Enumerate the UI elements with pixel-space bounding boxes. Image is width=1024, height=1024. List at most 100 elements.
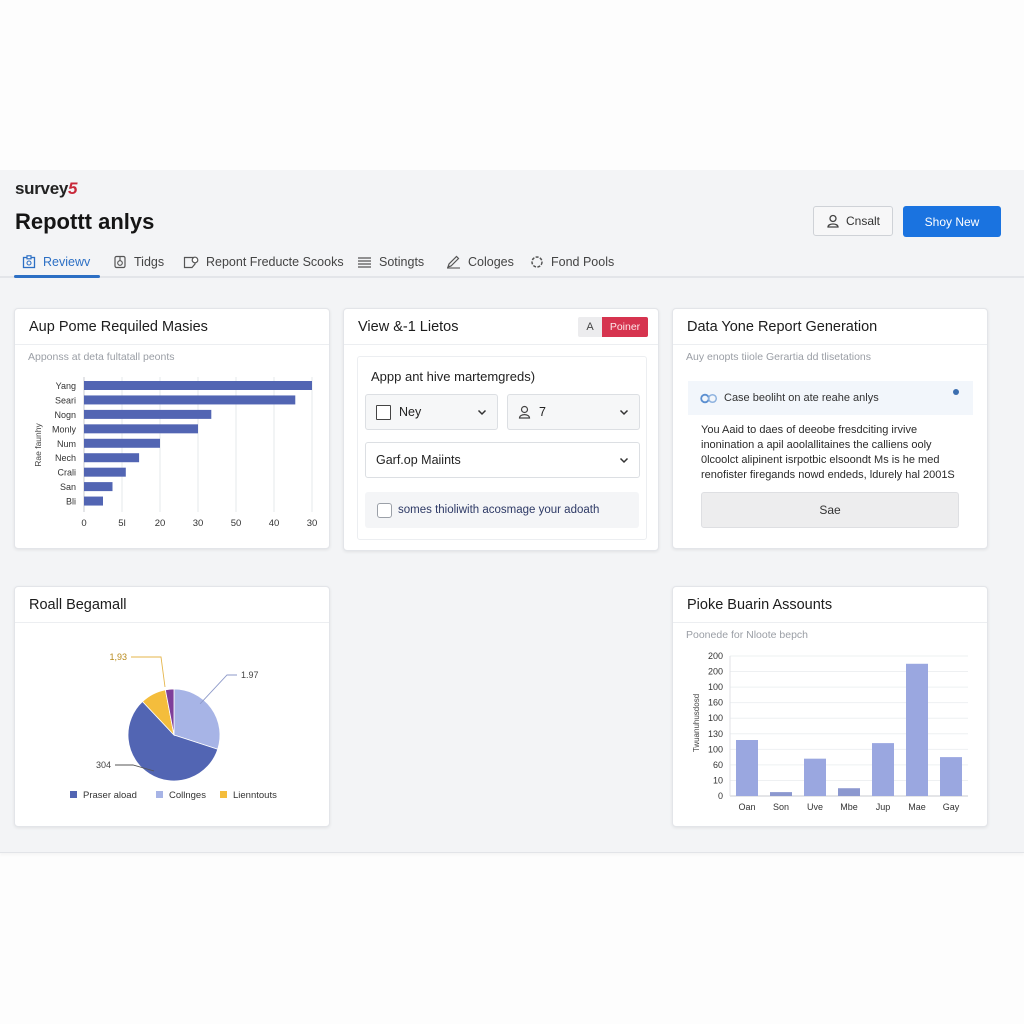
- badge-group: A Poiner: [578, 317, 648, 337]
- list-icon: [358, 256, 371, 268]
- y-category-label: Nech: [55, 453, 76, 463]
- pie-chart: 1.97 304 1,93 Praser aload Collnges Lienntout…: [70, 652, 277, 801]
- square-icon: [376, 404, 391, 420]
- page-title: Repottt anlys: [15, 209, 155, 234]
- tab-review[interactable]: Reviewv: [22, 248, 90, 276]
- y-category-label: Seari: [55, 395, 76, 405]
- y-category-label: Crali: [57, 468, 76, 478]
- user-icon: [518, 405, 531, 419]
- gear-icon: [531, 256, 543, 268]
- x-tick-label: 20: [155, 518, 166, 529]
- bar: [84, 409, 212, 419]
- card-title: Pioke Buarin Assounts: [673, 587, 987, 623]
- leader-line: [199, 674, 237, 705]
- type-select-value: Ney: [399, 405, 422, 419]
- see-button[interactable]: Sae: [701, 492, 959, 528]
- data-label: 1,93: [109, 652, 127, 662]
- y-category-label: Num: [57, 439, 76, 449]
- report-description: You Aaid to daes of deeobe fresdciting i…: [701, 424, 955, 481]
- agreement-label: somes thioliwith acosmage your adoath: [398, 504, 600, 516]
- consult-button-label: Cnsalt: [845, 214, 880, 228]
- x-category-label: Mae: [908, 802, 926, 812]
- bar: [940, 757, 962, 796]
- bar: [84, 438, 160, 448]
- filter-prompt: Appp ant hive martemgreds): [371, 369, 536, 384]
- x-category-label: Mbe: [840, 802, 858, 812]
- x-category-label: Oan: [738, 802, 755, 812]
- tab-colleges-label: Cologes: [468, 255, 514, 269]
- tab-colleges[interactable]: Cologes: [446, 248, 514, 276]
- data-label: 304: [96, 760, 111, 770]
- y-tick-label: 200: [708, 651, 723, 661]
- tab-fond-pools-label: Fond Pools: [551, 255, 615, 269]
- y-tick-label: 100: [708, 682, 723, 692]
- notice-text: Case beoliht on ate reahe anlys: [724, 392, 879, 404]
- x-category-label: Son: [773, 802, 789, 812]
- active-tab-indicator: [14, 275, 100, 278]
- card-title: Aup Pome Requiled Masies: [15, 309, 329, 345]
- report-generation-card: Data Yone Report Generation Auy enopts t…: [672, 308, 988, 549]
- status-badge[interactable]: Poiner: [602, 317, 648, 337]
- group-select[interactable]: Garf.op Maiints: [365, 442, 640, 478]
- tab-tags[interactable]: Tidgs: [113, 248, 164, 276]
- bar: [84, 482, 113, 492]
- card-title: Roall Begamall: [15, 587, 329, 623]
- tab-settings-label: Sotingts: [379, 255, 425, 269]
- x-tick-label: 5l: [118, 518, 125, 529]
- clipboard-icon: [22, 255, 36, 269]
- y-tick-label: 0: [718, 791, 723, 801]
- chevron-down-icon: [619, 457, 629, 463]
- link-icon: [700, 393, 718, 403]
- bar: [838, 788, 860, 796]
- tab-tags-label: Tidgs: [134, 255, 165, 269]
- column-chart-card: Pioke Buarin Assounts Poonede for Nloote…: [672, 586, 988, 827]
- app-window: survey5 Repottt anlys Cnsalt Shoy New Re…: [0, 170, 1024, 853]
- y-category-label: San: [60, 482, 76, 492]
- bar: [770, 792, 792, 796]
- column-chart: 0 10 60 100 130 100 160 100 200 200 Oan Son Uve Mbe Ju…: [692, 651, 968, 812]
- bar: [84, 453, 140, 463]
- group-select-value: Garf.op Maiints: [376, 453, 461, 467]
- y-axis-label: Rae faunhy: [33, 423, 43, 467]
- bar: [84, 395, 296, 405]
- tab-settings[interactable]: Sotingts: [357, 248, 424, 276]
- agreement-checkbox[interactable]: [377, 502, 392, 518]
- x-tick-label: 0: [81, 518, 86, 529]
- card-subtitle: Auy enopts tiiole Gerartia dd tlisetatio…: [686, 351, 872, 363]
- x-tick-label: 30: [307, 518, 318, 529]
- tab-report-products[interactable]: Repont Freducte Scooks: [183, 248, 344, 276]
- chevron-down-icon: [477, 409, 487, 415]
- filters-card: View &-1 Lietos A Poiner Appp ant hive m…: [343, 308, 659, 551]
- bar: [84, 424, 198, 434]
- x-category-label: Uve: [807, 802, 823, 812]
- chevron-down-icon: [619, 409, 629, 415]
- y-category-label: Monly: [52, 424, 77, 434]
- tab-bar: Reviewv Tidgs Repont Freducte Scooks Sot…: [0, 242, 1024, 278]
- pencil-icon: [447, 255, 460, 269]
- consult-button[interactable]: Cnsalt: [813, 206, 893, 236]
- y-tick-label: 100: [708, 744, 723, 754]
- legend-swatch: [70, 791, 77, 798]
- x-category-label: Gay: [943, 802, 960, 812]
- filter-panel: Appp ant hive martemgreds) Ney 7 Garf.op…: [357, 356, 647, 540]
- y-tick-label: 60: [713, 760, 723, 770]
- x-category-label: Jup: [876, 802, 891, 812]
- y-tick-label: 10: [713, 775, 723, 785]
- y-tick-label: 100: [708, 713, 723, 723]
- show-new-button[interactable]: Shoy New: [903, 206, 1001, 237]
- user-count-select[interactable]: 7: [507, 394, 640, 430]
- bar-chart-card: Aup Pome Requiled Masies Apponss at deta…: [14, 308, 330, 549]
- bar: [84, 381, 312, 390]
- info-notice: Case beoliht on ate reahe anlys: [688, 381, 973, 415]
- bar: [804, 758, 826, 796]
- bar: [84, 467, 126, 477]
- avatar-badge[interactable]: A: [578, 317, 602, 337]
- report-icon: [183, 256, 199, 269]
- bar: [872, 743, 894, 796]
- brand-logo: survey5: [15, 179, 78, 198]
- status-dot: [953, 389, 959, 395]
- type-select[interactable]: Ney: [365, 394, 498, 430]
- tab-report-products-label: Repont Freducte Scooks: [206, 255, 344, 269]
- legend-label: Praser aload: [83, 790, 137, 801]
- tab-fond-pools[interactable]: Fond Pools: [530, 248, 614, 276]
